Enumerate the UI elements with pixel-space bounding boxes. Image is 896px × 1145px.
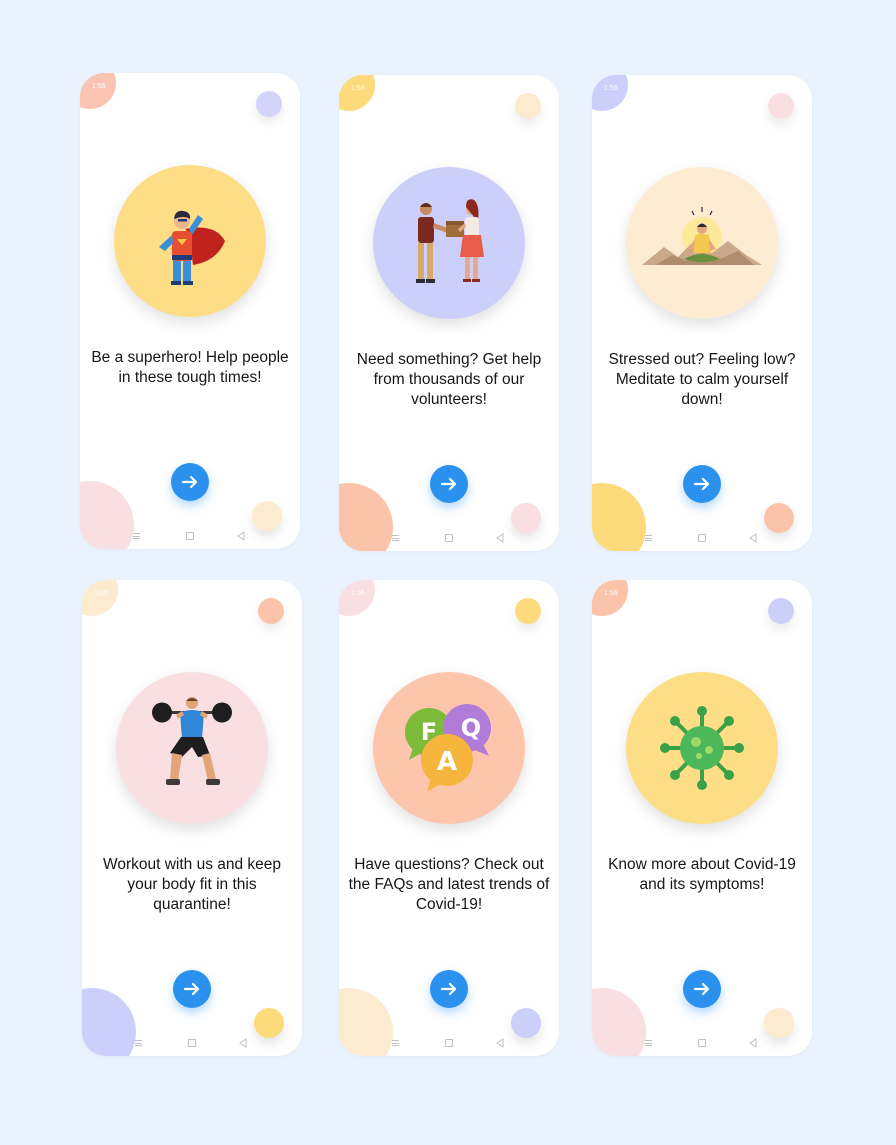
next-button[interactable] [171,463,209,501]
arrow-right-icon [182,979,202,999]
onboarding-caption: Be a superhero! Help people in these tou… [91,349,289,386]
onboarding-caption: Workout with us and keep your body fit i… [102,856,282,913]
back-nav-icon[interactable] [749,1038,757,1048]
home-nav-icon[interactable] [698,1039,706,1047]
menu-nav-icon[interactable] [645,535,652,541]
back-nav-icon[interactable] [749,533,757,543]
bottom-dot [511,1008,541,1038]
hero-illustration [626,167,778,319]
virus-icon [660,706,744,790]
hero-illustration [373,167,525,319]
status-time: 1:56 [94,590,108,597]
home-nav-icon[interactable] [698,534,706,542]
arrow-right-icon [439,979,459,999]
back-nav-icon[interactable] [237,531,245,541]
menu-nav-icon[interactable] [392,1040,399,1046]
back-nav-icon[interactable] [496,533,504,543]
workout-icon [152,697,232,785]
next-button[interactable] [430,465,468,503]
corner-dot [768,93,794,119]
menu-nav-icon[interactable] [135,1040,142,1046]
faq-letter-f: F [421,718,437,746]
status-blob [592,580,628,616]
status-blob [339,580,375,616]
status-time: 1:56 [92,83,106,90]
home-nav-icon[interactable] [186,532,194,540]
corner-dot [768,598,794,624]
menu-nav-icon[interactable] [645,1040,652,1046]
next-button[interactable] [173,970,211,1008]
bottom-dot [764,1008,794,1038]
arrow-right-icon [692,474,712,494]
menu-nav-icon[interactable] [133,533,140,539]
menu-nav-icon[interactable] [392,535,399,541]
status-blob [339,75,375,111]
arrow-right-icon [439,474,459,494]
home-nav-icon[interactable] [445,534,453,542]
status-time: 1:56 [351,85,365,92]
corner-dot [256,91,282,117]
android-nav-bar [592,533,812,545]
back-nav-icon[interactable] [496,1038,504,1048]
home-nav-icon[interactable] [188,1039,196,1047]
onboarding-caption: Have questions? Check out the FAQs and l… [348,856,550,913]
status-time: 1:56 [604,590,618,597]
faq-icon: F Q A [405,704,491,792]
bottom-dot [254,1008,284,1038]
onboarding-screen-covid: 1:56 Know more about Covid-19 and its sy… [592,580,812,1056]
faq-letter-a: A [437,747,457,777]
onboarding-caption: Know more about Covid-19 and its symptom… [608,856,796,893]
status-blob [82,580,118,616]
onboarding-screen-meditation: 1:56 Stressed out? Feeling low? Meditate… [592,75,812,551]
next-button[interactable] [683,465,721,503]
onboarding-caption: Stressed out? Feeling low? Meditate to c… [608,351,796,408]
faq-letter-q: Q [461,714,481,742]
status-blob [592,75,628,111]
arrow-right-icon [180,472,200,492]
meditation-icon [642,207,762,265]
status-time: 1:56 [604,85,618,92]
bottom-dot [511,503,541,533]
corner-dot [515,598,541,624]
android-nav-bar [80,531,300,543]
next-button[interactable] [430,970,468,1008]
corner-dot [258,598,284,624]
onboarding-screen-volunteers: 1:56 Need something? Get help from thous… [339,75,559,551]
android-nav-bar [82,1038,302,1050]
onboarding-screen-faq: 1:56 F Q A Have questions? Check out the… [339,580,559,1056]
volunteers-icon [416,199,484,283]
hero-illustration [114,165,266,317]
android-nav-bar [339,533,559,545]
hero-illustration [626,672,778,824]
onboarding-caption: Need something? Get help from thousands … [356,351,542,408]
onboarding-board: 1:56 Be a superhero! Help people in thes… [0,0,896,1145]
corner-dot [515,93,541,119]
home-nav-icon[interactable] [445,1039,453,1047]
bottom-dot [764,503,794,533]
bottom-dot [252,501,282,531]
hero-illustration: F Q A [373,672,525,824]
android-nav-bar [592,1038,812,1050]
back-nav-icon[interactable] [239,1038,247,1048]
superhero-icon [159,210,225,285]
onboarding-screen-workout: 1:56 Workout with us and keep your body … [82,580,302,1056]
hero-illustration [116,672,268,824]
status-blob [80,73,116,109]
android-nav-bar [339,1038,559,1050]
status-time: 1:56 [351,590,365,597]
onboarding-screen-superhero: 1:56 Be a superhero! Help people in thes… [80,73,300,549]
arrow-right-icon [692,979,712,999]
next-button[interactable] [683,970,721,1008]
